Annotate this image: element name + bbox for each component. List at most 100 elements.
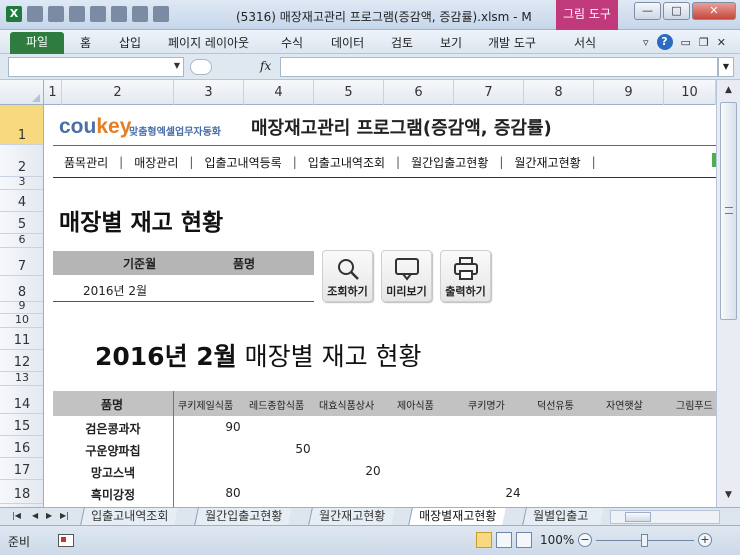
ribbon-collapse-icon[interactable]: ▿ xyxy=(643,36,649,49)
logo-tagline: 맞춤형엑셀업무자동화 xyxy=(129,127,221,138)
column-header-1[interactable]: 1 xyxy=(44,80,62,105)
filter-header-product: 품명 xyxy=(233,257,256,271)
tab-view[interactable]: 보기 xyxy=(440,34,462,51)
tab-review[interactable]: 검토 xyxy=(391,34,413,51)
normal-view-icon[interactable] xyxy=(476,532,492,548)
filter-icon[interactable] xyxy=(132,6,148,22)
filter-month-value[interactable]: 2016년 2월 xyxy=(83,282,147,299)
zoom-level[interactable]: 100% xyxy=(540,533,574,547)
row-header-17[interactable]: 17 xyxy=(0,458,43,480)
row-header-5[interactable]: 5 xyxy=(0,212,43,234)
table-header-store: 쿠키제일식품 xyxy=(178,401,234,412)
sheet-tab-store-stock[interactable]: 매장별재고현황 xyxy=(408,508,507,525)
horizontal-scrollbar[interactable] xyxy=(610,510,720,524)
tab-home[interactable]: 홈 xyxy=(80,34,91,51)
nav-separator: | xyxy=(591,155,596,169)
select-all-corner[interactable] xyxy=(0,80,44,105)
column-header-10[interactable]: 10 xyxy=(664,80,716,105)
report-title-period: 2016년 2월 xyxy=(95,342,237,371)
worksheet-grid[interactable]: coukey 맞춤형엑셀업무자동화 매장재고관리 프로그램(증감액, 증감률) … xyxy=(45,105,716,507)
sheet-tab-monthly-inout[interactable]: 월간입출고현황 xyxy=(194,508,293,525)
zoom-out-button[interactable]: − xyxy=(578,533,592,547)
column-header-3[interactable]: 3 xyxy=(174,80,244,105)
row-header-4[interactable]: 4 xyxy=(0,190,43,212)
ribbon-right-controls: ▿ ? ▭ ❐ ✕ xyxy=(643,34,726,50)
vertical-scroll-thumb[interactable] xyxy=(720,102,737,320)
tab-data[interactable]: 데이터 xyxy=(331,34,364,51)
row-header-10[interactable]: 10 xyxy=(0,313,43,328)
column-header-2[interactable]: 2 xyxy=(62,80,174,105)
chevron-down-icon[interactable]: ▼ xyxy=(174,61,180,70)
form-icon[interactable] xyxy=(90,6,106,22)
close-button[interactable]: ✕ xyxy=(692,2,736,20)
column-header-6[interactable]: 6 xyxy=(384,80,454,105)
workbook-restore-icon[interactable]: ❐ xyxy=(699,36,709,49)
tab-file[interactable]: 파일 xyxy=(10,32,64,54)
scroll-down-icon[interactable]: ▼ xyxy=(721,488,736,503)
vertical-scrollbar[interactable]: ▲ ▼ xyxy=(716,80,740,507)
tab-developer[interactable]: 개발 도구 xyxy=(488,34,536,51)
zoom-slider-thumb[interactable] xyxy=(641,534,648,547)
sheet-tab-monthly-stock[interactable]: 월간재고현황 xyxy=(308,508,396,525)
customize-qat-icon[interactable] xyxy=(153,6,169,22)
redo-icon[interactable] xyxy=(69,6,85,22)
preview-button-label: 미리보기 xyxy=(386,285,427,298)
tab-page-layout[interactable]: 페이지 레이아웃 xyxy=(168,34,249,51)
macro-record-icon[interactable] xyxy=(58,534,74,547)
row-header-13[interactable]: 13 xyxy=(0,371,43,386)
minimize-button[interactable]: — xyxy=(634,2,661,20)
sheet-tab-monthly-inout-2[interactable]: 월별입출고 xyxy=(522,508,604,525)
undo-icon[interactable] xyxy=(48,6,64,22)
formula-input[interactable] xyxy=(280,57,718,77)
zoom-in-button[interactable]: + xyxy=(698,533,712,547)
row-header-6[interactable]: 6 xyxy=(0,233,43,248)
row-header-15[interactable]: 15 xyxy=(0,414,43,436)
excel-app-icon[interactable]: X xyxy=(6,6,22,22)
nav-item-products[interactable]: 품목관리 xyxy=(53,154,119,171)
tab-insert[interactable]: 삽입 xyxy=(119,34,141,51)
page-break-view-icon[interactable] xyxy=(516,532,532,548)
next-sheet-icon[interactable]: ▶ xyxy=(46,511,52,520)
save-icon[interactable] xyxy=(27,6,43,22)
nav-item-register-inout[interactable]: 입출고내역등록 xyxy=(193,154,292,171)
last-sheet-icon[interactable]: ▶| xyxy=(60,511,69,520)
column-header-9[interactable]: 9 xyxy=(594,80,664,105)
column-header-7[interactable]: 7 xyxy=(454,80,524,105)
workbook-minimize-icon[interactable]: ▭ xyxy=(681,36,691,49)
select-objects-icon[interactable] xyxy=(111,6,127,22)
row-header-7[interactable]: 7 xyxy=(0,248,43,276)
nav-item-monthly-stock[interactable]: 월간재고현황 xyxy=(503,154,591,171)
column-header-8[interactable]: 8 xyxy=(524,80,594,105)
row-header-14[interactable]: 14 xyxy=(0,386,43,414)
search-button[interactable]: 조회하기 xyxy=(322,250,373,302)
expand-formula-bar-icon[interactable]: ▼ xyxy=(718,57,734,77)
nav-item-monthly-inout[interactable]: 월간입출고현황 xyxy=(400,154,499,171)
page-layout-view-icon[interactable] xyxy=(496,532,512,548)
print-button[interactable]: 출력하기 xyxy=(440,250,491,302)
help-icon[interactable]: ? xyxy=(656,34,673,50)
row-header-11[interactable]: 11 xyxy=(0,328,43,350)
preview-button[interactable]: 미리보기 xyxy=(381,250,432,302)
name-box[interactable]: ▼ xyxy=(8,57,184,77)
context-tab-picture-tools[interactable]: 그림 도구 xyxy=(556,0,618,30)
column-header-4[interactable]: 4 xyxy=(244,80,314,105)
nav-item-query-inout[interactable]: 입출고내역조회 xyxy=(297,154,396,171)
scroll-up-icon[interactable]: ▲ xyxy=(721,83,736,98)
row-header-16[interactable]: 16 xyxy=(0,436,43,458)
row-header-12[interactable]: 12 xyxy=(0,350,43,372)
prev-sheet-icon[interactable]: ◀ xyxy=(32,511,38,520)
tab-formulas[interactable]: 수식 xyxy=(281,34,303,51)
row-header-1[interactable]: 1 xyxy=(0,105,43,145)
nav-item-stores[interactable]: 매장관리 xyxy=(123,154,189,171)
row-header-18[interactable]: 18 xyxy=(0,480,43,504)
first-sheet-icon[interactable]: |◀ xyxy=(12,511,21,520)
horizontal-scroll-thumb[interactable] xyxy=(625,512,651,522)
tab-format[interactable]: 서식 xyxy=(574,34,596,51)
maximize-button[interactable]: □ xyxy=(663,2,690,20)
column-header-5[interactable]: 5 xyxy=(314,80,384,105)
insert-function-icon[interactable]: fx xyxy=(260,59,271,73)
workbook-close-icon[interactable]: ✕ xyxy=(717,36,726,49)
row-header-3[interactable]: 3 xyxy=(0,175,43,190)
sheet-tab-inout-query[interactable]: 입출고내역조회 xyxy=(80,508,179,525)
row-header-2[interactable]: 2 xyxy=(0,145,43,177)
